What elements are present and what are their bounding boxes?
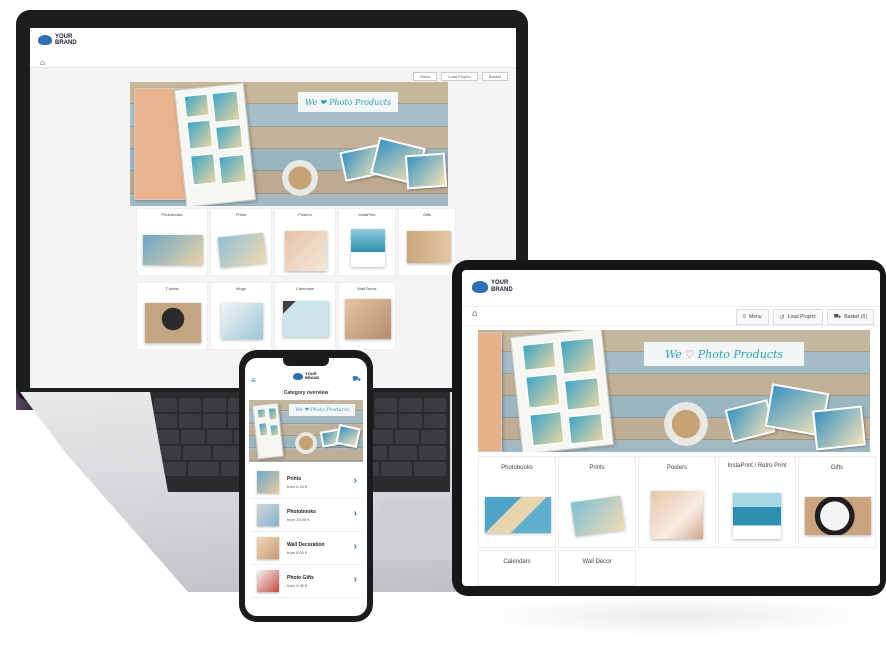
banner-tagline: We ♡ Photo Products (644, 342, 804, 366)
photo-gifts-thumbnail (257, 570, 279, 592)
banner-photo-pile (404, 152, 448, 190)
brand-line1: YOUR (491, 280, 509, 286)
menu-button[interactable]: Menu (413, 72, 438, 81)
instaprint-image (733, 493, 781, 539)
cart-icon: ⛟ (833, 314, 842, 320)
tablet-shadow (470, 596, 880, 636)
poster-image (285, 231, 327, 271)
poster-image (651, 491, 703, 539)
brand-logo-icon (472, 281, 488, 293)
banner-album-image (174, 82, 256, 206)
chevron-right-icon: › (353, 541, 357, 552)
tablet-toolbar: ≡ Menu ↺ Load Project ⛟ Basket (0) (735, 309, 874, 325)
tshirt-image (145, 303, 201, 343)
hero-banner[interactable]: We ❤ Photo Products (130, 82, 448, 206)
brand-logo-icon (293, 372, 303, 380)
chevron-right-icon: › (353, 508, 357, 519)
prints-image (217, 232, 267, 268)
wall-decor-image (345, 299, 391, 339)
hero-banner[interactable]: We ❤ Photo Products (249, 400, 363, 462)
category-list: Prints from 0,10 € › Photobooks from 15,… (251, 466, 361, 598)
banner-tagline: We ❤ Photo Products (298, 92, 398, 112)
category-tile-prints[interactable]: Prints (558, 456, 636, 548)
wall-decoration-thumbnail (257, 537, 279, 559)
devices-mockup: YOUR BRAND ⌂ Menu Load Project Basket We… (0, 0, 886, 649)
calendar-image (283, 301, 329, 337)
phone-screen: ≡ YOUR BRAND ⛟ Category overview We ❤ Ph… (245, 358, 367, 616)
chevron-right-icon: › (353, 475, 357, 486)
phone-device: ≡ YOUR BRAND ⛟ Category overview We ❤ Ph… (239, 350, 373, 622)
hero-banner[interactable]: We ♡ Photo Products (478, 330, 870, 452)
banner-album-image (510, 330, 614, 452)
category-tile-instaprint[interactable]: InstaPrint (338, 208, 396, 276)
category-tile-calendars[interactable]: Calendars (478, 550, 556, 586)
menu-button[interactable]: ≡ Menu (735, 309, 769, 325)
category-tile-wall-decor[interactable]: Wall Decor (338, 282, 396, 350)
laptop-toolbar: Menu Load Project Basket (413, 72, 508, 81)
tablet-screen: YOUR BRAND ⌂ ≡ Menu ↺ Load Project ⛟ Basket… (462, 270, 880, 586)
banner-coffee-cup (295, 432, 317, 454)
category-tile-gifts[interactable]: Gifts (798, 456, 876, 548)
banner-tagline: We ❤ Photo Products (289, 404, 355, 416)
brand-line2: BRAND (55, 40, 77, 46)
prints-image (570, 495, 626, 537)
category-tile-tshirts[interactable]: T-shirts (136, 282, 208, 350)
prints-thumbnail (257, 471, 279, 493)
photobook-image (485, 497, 551, 533)
heart-icon: ♡ (684, 347, 695, 361)
hamburger-icon[interactable]: ≡ (251, 376, 256, 385)
brand-logo[interactable]: YOUR BRAND (293, 372, 319, 380)
basket-button[interactable]: Basket (481, 72, 508, 81)
category-tile-prints[interactable]: Prints (210, 208, 272, 276)
page-title: Category overview (283, 390, 329, 396)
load-project-icon: ↺ (779, 314, 785, 321)
load-project-button[interactable]: Load Project (441, 72, 478, 81)
chevron-right-icon: › (353, 574, 357, 585)
photobook-thumbnail (257, 504, 279, 526)
laptop-screen: YOUR BRAND ⌂ Menu Load Project Basket We… (30, 28, 516, 388)
banner-photo-pile (812, 405, 866, 451)
category-tile-mugs[interactable]: Mugs (210, 282, 272, 350)
load-project-button[interactable]: ↺ Load Project (772, 309, 823, 325)
brand-line2: BRAND (491, 287, 513, 293)
category-tile-calendars[interactable]: Calendars (274, 282, 336, 350)
mug-image (221, 303, 263, 339)
brand-line2: BRAND (305, 375, 320, 380)
category-tile-wall-decor[interactable]: Wall Décor (558, 550, 636, 586)
home-icon[interactable]: ⌂ (472, 308, 477, 318)
list-item[interactable]: Photo Gifts from 3,00 € › (251, 565, 361, 598)
category-tile-photobooks[interactable]: Photobooks (478, 456, 556, 548)
menu-icon: ≡ (742, 314, 747, 320)
banner-photo-pile (335, 423, 361, 449)
category-tile-posters[interactable]: Posters (274, 208, 336, 276)
list-item[interactable]: Prints from 0,10 € › (251, 466, 361, 499)
cart-icon[interactable]: ⛟ (352, 375, 361, 384)
phone-notch (283, 358, 329, 366)
category-tile-photobooks[interactable]: Photobooks (136, 208, 208, 276)
banner-album-image (252, 402, 284, 460)
brand-logo[interactable]: YOUR BRAND (38, 34, 77, 46)
category-tile-posters[interactable]: Posters (638, 456, 716, 548)
brand-logo[interactable]: YOUR BRAND (472, 280, 513, 294)
banner-coffee-cup (664, 402, 708, 446)
list-item[interactable]: Wall Decoration from 5,00 € › (251, 532, 361, 565)
brand-logo-icon (38, 35, 52, 45)
banner-album-image (478, 332, 502, 452)
banner-coffee-cup (282, 160, 318, 196)
laptop-header: YOUR BRAND ⌂ (30, 28, 516, 68)
tablet-device: YOUR BRAND ⌂ ≡ Menu ↺ Load Project ⛟ Basket… (452, 260, 886, 596)
basket-button[interactable]: ⛟ Basket (0) (826, 309, 874, 325)
mug-image (407, 231, 451, 263)
mug-image (805, 497, 871, 535)
photobook-image (143, 235, 203, 265)
category-tile-instaprint[interactable]: InstaPrint / Retro Print (718, 456, 796, 548)
home-icon[interactable]: ⌂ (40, 58, 45, 67)
instaprint-image (351, 229, 385, 267)
category-tile-gifts[interactable]: Gifts (398, 208, 456, 276)
list-item[interactable]: Photobooks from 15,00 € › (251, 499, 361, 532)
